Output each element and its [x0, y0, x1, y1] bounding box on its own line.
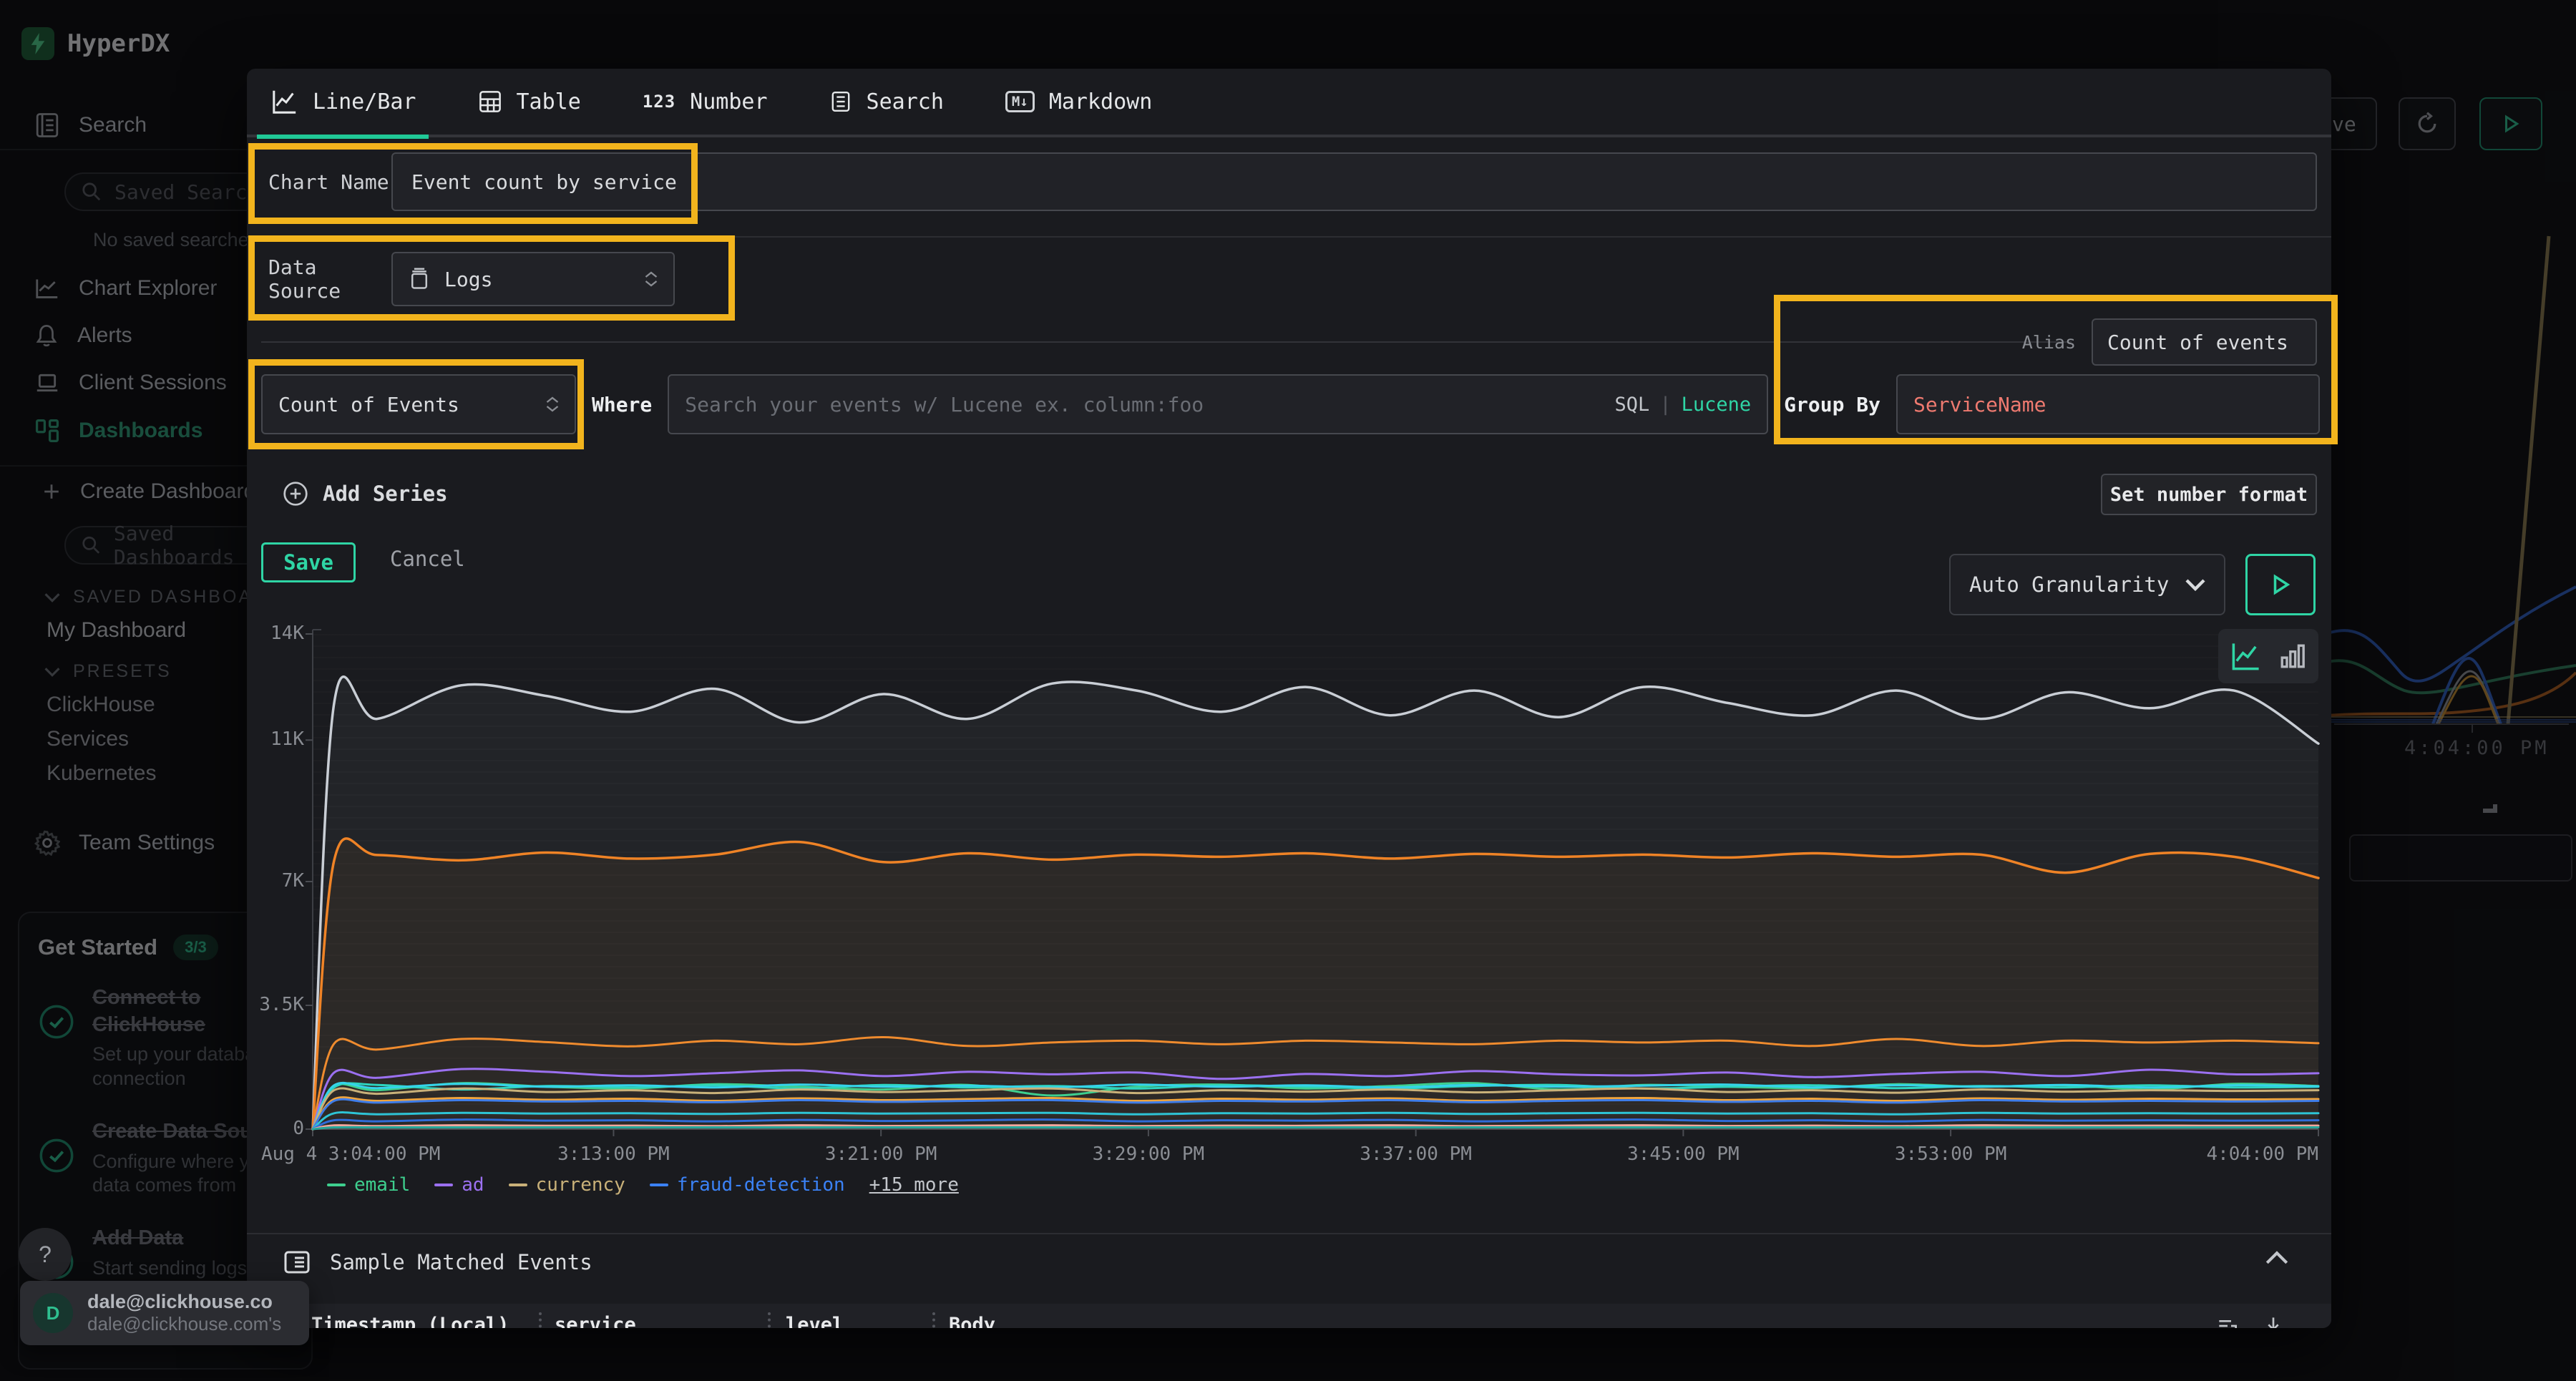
chart-name-input[interactable]	[391, 152, 2317, 211]
legend-item[interactable]: currency	[509, 1174, 625, 1196]
alias-input[interactable]	[2092, 318, 2317, 366]
alias-row: Alias	[2022, 318, 2317, 366]
where-input[interactable]	[685, 393, 1604, 416]
legend-more-link[interactable]: +15 more	[869, 1174, 959, 1196]
chart-legend: email ad currency fraud-detection +15 mo…	[327, 1174, 959, 1196]
data-source-row: Data Source Logs	[268, 252, 675, 306]
granularity-select[interactable]: Auto Granularity	[1949, 554, 2225, 615]
set-number-format-button[interactable]: Set number format	[2101, 474, 2317, 515]
collapse-chevron-icon[interactable]	[2265, 1251, 2288, 1268]
preview-chart: 03.5K7K11K14KAug 4 3:04:00 PM3:13:00 PM3…	[247, 613, 2331, 1172]
circle-plus-icon	[283, 481, 308, 507]
active-tab-indicator	[257, 135, 429, 139]
line-chart-toggle-icon[interactable]	[2230, 641, 2262, 671]
cancel-button[interactable]: Cancel	[390, 547, 465, 571]
number-123-icon: 123	[643, 92, 675, 112]
sql-mode-toggle[interactable]: SQL	[1615, 394, 1650, 416]
data-source-label: Data Source	[268, 255, 391, 303]
column-header[interactable]: Body	[949, 1314, 995, 1328]
aggregation-select[interactable]: Count of Events	[261, 374, 576, 434]
search-list-icon	[829, 90, 852, 113]
where-input-wrap: SQL | Lucene	[668, 374, 1768, 434]
play-icon	[2270, 574, 2291, 595]
run-query-button[interactable]	[2245, 554, 2316, 615]
group-by-label: Group By	[1784, 393, 1880, 416]
database-icon	[409, 268, 430, 291]
divider	[247, 236, 2331, 238]
alias-label: Alias	[2022, 332, 2076, 353]
series-divider-line	[261, 341, 2072, 343]
data-source-select[interactable]: Logs	[391, 252, 675, 306]
chart-type-toggle	[2218, 629, 2318, 683]
sample-events-header[interactable]: Sample Matched Events	[283, 1248, 592, 1277]
tab-number[interactable]: 123 Number	[643, 69, 768, 135]
column-filter-icon[interactable]	[2217, 1315, 2238, 1328]
user-name: dale@clickhouse.co	[87, 1291, 281, 1313]
help-button[interactable]: ?	[19, 1228, 72, 1281]
chevron-down-icon	[2185, 578, 2205, 591]
group-by-input[interactable]: ServiceName	[1896, 374, 2320, 434]
tab-table[interactable]: Table	[478, 69, 581, 135]
editor-tabs: Line/Bar Table 123 Number Search M↓ Mark…	[247, 69, 2331, 137]
chart-name-label: Chart Name	[268, 170, 391, 194]
where-label: Where	[592, 393, 652, 416]
download-icon[interactable]	[2263, 1315, 2284, 1328]
bar-chart-toggle-icon[interactable]	[2279, 642, 2306, 670]
tab-markdown[interactable]: M↓ Markdown	[1005, 69, 1152, 135]
save-button[interactable]: Save	[261, 542, 356, 582]
legend-item[interactable]: email	[327, 1174, 410, 1196]
chart-name-row: Chart Name	[268, 152, 2317, 211]
user-menu[interactable]: D dale@clickhouse.co dale@clickhouse.com…	[20, 1281, 309, 1345]
legend-item[interactable]: fraud-detection	[650, 1174, 845, 1196]
series-row: Count of Events Where SQL | Lucene Group…	[261, 374, 2320, 434]
select-chevrons-icon	[645, 271, 658, 287]
column-header[interactable]: level	[786, 1314, 844, 1328]
legend-item[interactable]: ad	[434, 1174, 484, 1196]
line-chart-icon	[271, 89, 298, 114]
chart-editor-modal: Line/Bar Table 123 Number Search M↓ Mark…	[247, 69, 2331, 1328]
screen: My New Dashboard HyperDX Search Saved Se…	[0, 0, 2576, 1381]
sample-events-table-header: Timestamp (Local) service level Body	[247, 1304, 2331, 1328]
list-icon	[283, 1248, 311, 1277]
tab-search[interactable]: Search	[829, 69, 944, 135]
avatar: D	[33, 1293, 73, 1333]
select-chevrons-icon	[546, 396, 559, 412]
add-series-button[interactable]: Add Series	[283, 481, 448, 507]
markdown-icon: M↓	[1005, 91, 1035, 112]
lucene-mode-toggle[interactable]: Lucene	[1682, 394, 1752, 416]
user-email: dale@clickhouse.com's	[87, 1313, 281, 1335]
column-header[interactable]: Timestamp (Local)	[311, 1314, 509, 1328]
column-header[interactable]: service	[555, 1314, 636, 1328]
divider	[247, 1233, 2331, 1234]
table-icon	[478, 89, 502, 114]
tab-line-bar[interactable]: Line/Bar	[271, 69, 416, 135]
